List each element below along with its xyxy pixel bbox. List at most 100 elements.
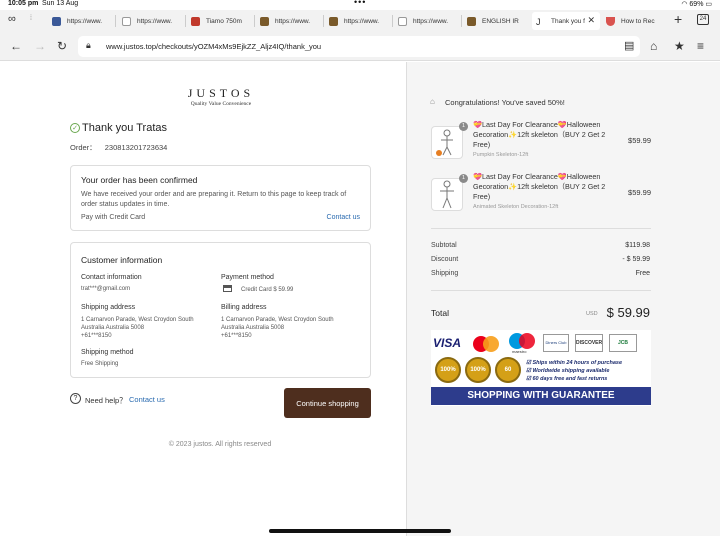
status-date: Sun 13 Aug bbox=[42, 0, 79, 7]
continue-shopping-button[interactable]: Continue shopping bbox=[284, 388, 371, 418]
tab-2[interactable]: https://www. bbox=[118, 12, 184, 30]
billing-line: 1 Carnarvon Parade, West Croydon South bbox=[221, 317, 334, 323]
status-time: 10:05 pm bbox=[8, 0, 39, 7]
customer-info-title: Customer information bbox=[81, 255, 163, 265]
shipping-value: Free bbox=[635, 270, 650, 277]
help-icon: ? bbox=[70, 393, 81, 404]
battery-icon: ▭ bbox=[705, 1, 712, 8]
shipping-bullets: ☑ Ships within 24 hours of purchase ☑ Wo… bbox=[526, 359, 622, 383]
need-help-text: Need help？ bbox=[85, 396, 127, 405]
tab-4[interactable]: https://www. bbox=[256, 12, 322, 30]
home-icon[interactable]: ⌂ bbox=[650, 39, 657, 53]
product-image bbox=[431, 178, 463, 211]
maestro-logo: maestro bbox=[507, 331, 539, 355]
product-image bbox=[431, 126, 463, 159]
customer-info-card: Customer information Contact information… bbox=[70, 242, 371, 378]
order-label: Order： bbox=[70, 143, 97, 152]
logo-text: JUSTOS bbox=[187, 86, 255, 100]
total-value: $ 59.99 bbox=[606, 305, 650, 320]
product-price: $59.99 bbox=[628, 188, 651, 197]
tab-label: https://www. bbox=[137, 17, 173, 25]
shipping-address-value: 1 Carnarvon Parade, West Croydon South A… bbox=[81, 316, 194, 340]
confirmed-body: We have received your order and are prep… bbox=[81, 191, 347, 208]
product-price: $59.99 bbox=[628, 136, 651, 145]
product-variant: Pumpkin Skeleton-12ft bbox=[473, 152, 529, 158]
private-mode-icon[interactable]: ∞ bbox=[8, 13, 16, 25]
skeleton-image-icon bbox=[440, 180, 454, 209]
close-tab-icon[interactable]: ✕ bbox=[587, 15, 595, 26]
product-title: 💝Last Day For Clearance💝Halloween Gecora… bbox=[473, 120, 606, 149]
menu-icon[interactable]: ≡ bbox=[697, 39, 704, 53]
shipping-line: 1 Carnarvon Parade, West Croydon South bbox=[81, 317, 194, 323]
product-variant: Animated Skeleton Decoration-12ft bbox=[473, 204, 559, 210]
billing-address-label: Billing address bbox=[221, 304, 267, 311]
diners-club-logo: Diners Club bbox=[543, 334, 569, 352]
total-currency: USD bbox=[586, 311, 598, 317]
wifi-icon: ◠ bbox=[681, 1, 688, 8]
guarantee-banner: SHOPPING WITH GUARANTEE bbox=[431, 387, 651, 405]
discount-label: Discount bbox=[431, 256, 459, 263]
tab-count-button[interactable]: 24 bbox=[697, 14, 709, 25]
justos-icon: J bbox=[536, 16, 541, 27]
tab-9[interactable]: How to Rec bbox=[602, 12, 666, 30]
new-tab-icon[interactable]: + bbox=[674, 11, 682, 27]
order-confirmation-panel: JUSTOS Quality Value Convenience ✓ Thank… bbox=[0, 62, 406, 536]
contact-us-link[interactable]: Contact us bbox=[327, 214, 360, 221]
bullet-item: ☑ Ships within 24 hours of purchase bbox=[526, 360, 623, 366]
subtotal-label: Subtotal bbox=[431, 242, 457, 249]
bank-icon bbox=[329, 16, 338, 26]
multitask-dots-icon[interactable]: ••• bbox=[354, 0, 366, 7]
trust-badges: VISA maestro Diners Club DISCOVER JCB 10… bbox=[431, 330, 651, 406]
total-label: Total bbox=[431, 308, 449, 318]
quantity-badge: 1 bbox=[459, 122, 468, 131]
tag-icon: ⌂ bbox=[430, 97, 435, 106]
status-bar: 10:05 pm Sun 13 Aug ••• ◠ 69% ▭ bbox=[0, 0, 720, 10]
bookmark-star-icon[interactable]: ★ bbox=[674, 39, 685, 53]
jcb-logo: JCB bbox=[609, 334, 637, 352]
tab-label: https://www. bbox=[344, 17, 380, 25]
subtotal-value: $119.98 bbox=[625, 242, 650, 249]
shipping-label: Shipping bbox=[431, 270, 459, 277]
url-text[interactable]: www.justos.top/checkouts/yOZM4xMs9EjkZZ_… bbox=[106, 42, 321, 51]
product-item: 1 💝Last Day For Clearance💝Halloween Geco… bbox=[407, 170, 720, 222]
address-bar[interactable]: 🔒︎ www.justos.top/checkouts/yOZM4xMs9Ejk… bbox=[78, 36, 640, 57]
tab-1[interactable]: https://www. bbox=[48, 12, 114, 30]
tab-bar: ∞ ⁞ https://www. https://www. Tiamo 750m… bbox=[0, 10, 720, 32]
reader-mode-icon[interactable]: ▤ bbox=[624, 39, 634, 52]
mastercard-logo bbox=[473, 334, 503, 354]
tab-5[interactable]: https://www. bbox=[325, 12, 391, 30]
tab-7[interactable]: ENGLISH IR bbox=[463, 12, 529, 30]
bullet-item: ☑ 60 days free and fast returns bbox=[526, 376, 608, 382]
visa-logo: VISA bbox=[433, 336, 462, 350]
check-circle-icon: ✓ bbox=[70, 123, 80, 133]
tab-3[interactable]: Tiamo 750m bbox=[187, 12, 253, 30]
billing-line: +61***8150 bbox=[221, 333, 252, 339]
divider bbox=[431, 228, 651, 229]
guarantee-seal-icon: 100% bbox=[465, 357, 491, 383]
home-indicator[interactable] bbox=[269, 529, 451, 533]
product-title: 💝Last Day For Clearance💝Halloween Gecora… bbox=[473, 172, 606, 201]
reload-icon[interactable]: ↻ bbox=[57, 39, 67, 53]
help-contact-link[interactable]: Contact us bbox=[129, 395, 165, 404]
discover-logo: DISCOVER bbox=[575, 334, 603, 352]
thank-you-heading: Thank you Tratas bbox=[82, 122, 167, 134]
shipping-line: +61***8150 bbox=[81, 333, 112, 339]
product-item: 1 💝Last Day For Clearance💝Halloween Geco… bbox=[407, 118, 720, 170]
shipping-line: Australia Australia 5008 bbox=[81, 325, 145, 331]
back-icon[interactable]: ← bbox=[10, 39, 22, 53]
billing-address-value: 1 Carnarvon Parade, West Croydon South A… bbox=[221, 316, 334, 340]
quantity-badge: 1 bbox=[459, 174, 468, 183]
tab-list-icon[interactable]: ⁞ bbox=[30, 15, 32, 22]
lock-icon: 🔒︎ bbox=[86, 40, 91, 50]
savings-message: Congratulations! You've saved 50%! bbox=[445, 98, 565, 107]
credit-card-icon bbox=[223, 285, 232, 292]
tab-label: Thank you f bbox=[551, 17, 585, 25]
tab-8-active[interactable]: J Thank you f ✕ bbox=[532, 12, 600, 30]
google-icon bbox=[398, 16, 407, 26]
nav-bar: ← → ↻ 🔒︎ www.justos.top/checkouts/yOZM4x… bbox=[0, 32, 720, 61]
guarantee-seal-icon: 60 bbox=[495, 357, 521, 383]
store-logo[interactable]: JUSTOS Quality Value Convenience bbox=[183, 86, 259, 107]
shipping-method-value: Free Shipping bbox=[81, 361, 119, 367]
forward-icon[interactable]: → bbox=[34, 39, 46, 53]
tab-6[interactable]: https://www. bbox=[394, 12, 460, 30]
